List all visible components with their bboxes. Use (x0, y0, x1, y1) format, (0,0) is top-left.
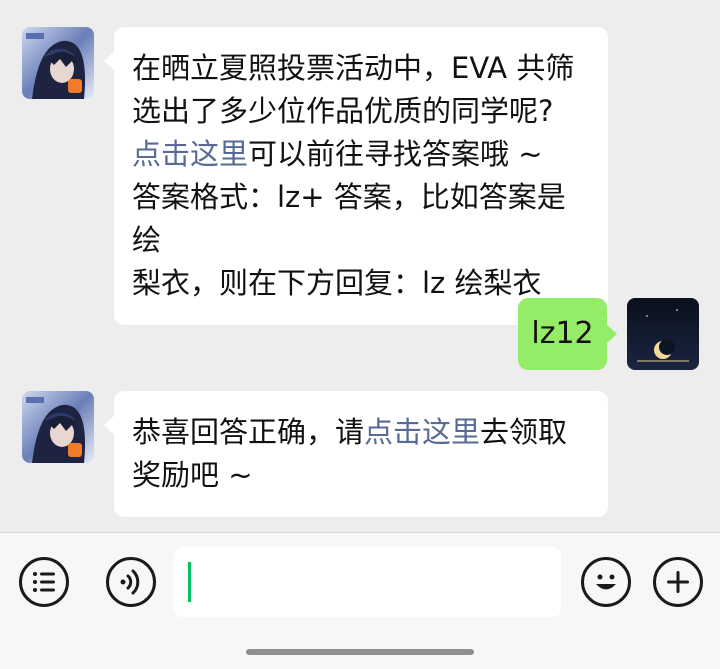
message-line: 点击这里可以前往寻找答案哦 ~ (132, 133, 590, 176)
message-line: 在晒立夏照投票活动中，EVA 共筛 (132, 51, 575, 85)
message-text: 可以前往寻找答案哦 ~ (248, 137, 543, 171)
message-line: 选出了多少位作品优质的同学呢? (132, 94, 554, 128)
message-line: 梨衣，则在下方回复：lz 绘梨衣 (132, 266, 542, 300)
emoji-icon[interactable] (581, 557, 631, 607)
message-line: 奖励吧 ~ (132, 458, 253, 492)
message-text: 去领取 (480, 415, 568, 449)
message-line: 答案格式：lz+ 答案，比如答案是绘 (132, 180, 566, 257)
message-line: 恭喜回答正确，请点击这里去领取 (132, 411, 590, 454)
bot-avatar[interactable] (22, 391, 94, 463)
text-caret (188, 562, 191, 602)
plus-icon[interactable] (653, 557, 703, 607)
input-bar (0, 532, 720, 669)
message-input[interactable] (174, 547, 561, 617)
message-text: 恭喜回答正确，请 (132, 415, 365, 449)
click-here-link[interactable]: 点击这里 (132, 137, 248, 171)
user-message-bubble: lz12 (518, 298, 617, 370)
list-icon[interactable] (19, 557, 69, 607)
home-indicator[interactable] (246, 649, 474, 655)
bot-message-bubble: 在晒立夏照投票活动中，EVA 共筛 选出了多少位作品优质的同学呢? 点击这里可以… (104, 27, 608, 325)
voice-icon[interactable] (106, 557, 156, 607)
click-here-link[interactable]: 点击这里 (364, 415, 480, 449)
bot-message-bubble: 恭喜回答正确，请点击这里去领取 奖励吧 ~ (104, 391, 608, 517)
user-avatar[interactable] (627, 298, 699, 370)
bot-avatar[interactable] (22, 27, 94, 99)
chat-area: 在晒立夏照投票活动中，EVA 共筛 选出了多少位作品优质的同学呢? 点击这里可以… (0, 0, 720, 532)
